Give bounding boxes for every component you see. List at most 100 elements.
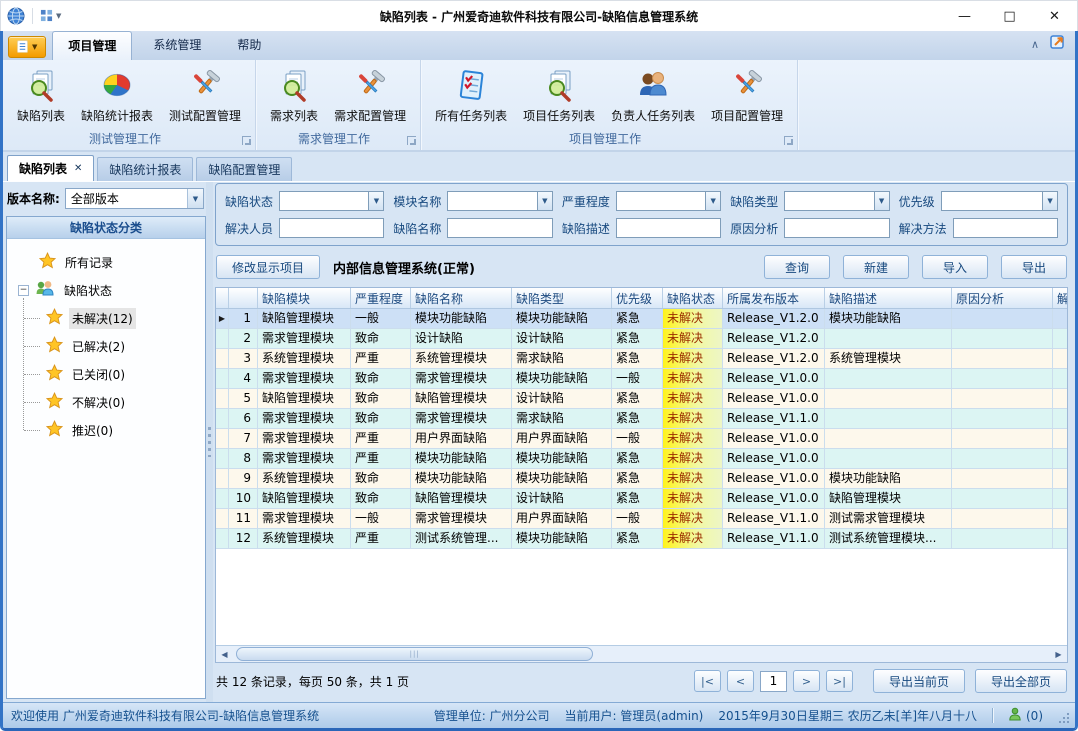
column-header-defect-module[interactable]: 缺陷模块 [258,288,351,308]
pager-prev-button[interactable]: < [727,670,754,692]
online-users-indicator[interactable]: (0) [1008,707,1043,724]
ribbon-button-2-group-0[interactable]: 测试配置管理 [161,64,249,130]
chevron-down-icon[interactable]: ▼ [537,192,552,210]
column-header-solution[interactable]: 解决方法 [1053,288,1067,308]
pager-page-input[interactable] [760,671,787,692]
scrollbar-thumb[interactable]: ||| [236,647,593,661]
scroll-right-icon[interactable]: ▶ [1050,646,1067,662]
filter-severity-select[interactable]: ▼ [616,191,721,211]
export-current-page-button[interactable]: 导出当前页 [873,669,965,693]
ribbon-button-3-group-2[interactable]: 项目配置管理 [703,64,791,130]
close-tab-icon[interactable]: ✕ [74,163,82,174]
ribbon-button-1-group-1[interactable]: 需求配置管理 [326,64,414,130]
column-header-severity[interactable]: 严重程度 [351,288,411,308]
close-button[interactable]: ✕ [1032,1,1077,31]
export-button[interactable]: 导出 [1001,255,1067,279]
filter-defect-type-select[interactable]: ▼ [784,191,889,211]
quick-access-toolbar-button[interactable]: ▼ [40,7,61,26]
table-row[interactable]: 7需求管理模块严重用户界面缺陷用户界面缺陷一般未解决Release_V1.0.0 [216,429,1067,449]
maximize-button[interactable]: □ [987,1,1032,31]
scroll-left-icon[interactable]: ◀ [216,646,233,662]
version-select[interactable]: 全部版本 ▼ [65,188,204,209]
panel-splitter[interactable] [206,182,213,702]
document-tab-2[interactable]: 缺陷配置管理 [196,157,292,181]
tree-item-resolved[interactable]: 已解决(2) [13,332,201,360]
chevron-down-icon[interactable]: ▼ [1042,192,1057,210]
resize-grip-icon[interactable] [1058,712,1070,727]
minimize-button[interactable]: — [942,1,987,31]
dialog-launcher-icon[interactable] [407,136,416,145]
ribbon-button-0-group-1[interactable]: 需求列表 [262,64,326,130]
pager-first-button[interactable]: |< [694,670,721,692]
chevron-down-icon[interactable]: ▼ [705,192,720,210]
ribbon-tab-2[interactable]: 帮助 [222,31,276,60]
tree-expander-icon[interactable]: − [18,285,29,296]
tree-item-all-records[interactable]: 所有记录 [13,248,201,276]
document-tab-label: 缺陷列表 [19,160,67,177]
ribbon-button-0-group-0[interactable]: 缺陷列表 [9,64,73,130]
modify-display-columns-button[interactable]: 修改显示项目 [216,255,320,279]
dialog-launcher-icon[interactable] [784,136,793,145]
row-number-cell: 8 [229,449,258,469]
filter-label: 缺陷状态 [225,193,273,210]
document-tab-1[interactable]: 缺陷统计报表 [97,157,193,181]
tree-item-closed[interactable]: 已关闭(0) [13,360,201,388]
dialog-launcher-icon[interactable] [242,136,251,145]
table-row[interactable]: 12系统管理模块严重测试系统管理...模块功能缺陷紧急未解决Release_V1… [216,529,1067,549]
filter-defect-name-input[interactable] [447,218,552,238]
filter-row-2: 解决人员缺陷名称缺陷描述原因分析解决方法 [225,218,1058,238]
table-row[interactable]: 9系统管理模块致命模块功能缺陷模块功能缺陷紧急未解决Release_V1.0.0… [216,469,1067,489]
star-icon [46,420,63,440]
filter-defect-status-select[interactable]: ▼ [279,191,384,211]
filter-resolver-input[interactable] [279,218,384,238]
table-row[interactable]: 11需求管理模块一般需求管理模块用户界面缺陷一般未解决Release_V1.1.… [216,509,1067,529]
horizontal-scrollbar[interactable]: ◀ ||| ▶ [216,645,1067,662]
table-row[interactable]: 5缺陷管理模块致命缺陷管理模块设计缺陷紧急未解决Release_V1.0.0 [216,389,1067,409]
column-header-defect-name[interactable]: 缺陷名称 [411,288,512,308]
ribbon-button-2-group-2[interactable]: 负责人任务列表 [603,64,703,130]
tree-item-unresolved[interactable]: 未解决(12) [13,304,201,332]
table-row[interactable]: 10缺陷管理模块致命缺陷管理模块设计缺陷紧急未解决Release_V1.0.0缺… [216,489,1067,509]
ribbon-button-0-group-2[interactable]: 所有任务列表 [427,64,515,130]
filter-cause-analysis-input[interactable] [784,218,889,238]
filter-defect-description-input[interactable] [616,218,721,238]
cell-release-version: Release_V1.1.0 [723,529,825,549]
column-header-defect-type[interactable]: 缺陷类型 [512,288,612,308]
column-header-priority[interactable]: 优先级 [612,288,663,308]
ribbon-collapse-icon[interactable]: ∧ [1031,39,1039,50]
table-row[interactable]: 2需求管理模块致命设计缺陷设计缺陷紧急未解决Release_V1.2.0 [216,329,1067,349]
tree-item-postponed[interactable]: 推迟(0) [13,416,201,444]
pager-last-button[interactable]: >| [826,670,853,692]
help-icon[interactable] [1049,33,1067,55]
chevron-down-icon[interactable]: ▼ [368,192,383,210]
import-button[interactable]: 导入 [922,255,988,279]
search-button[interactable]: 查询 [764,255,830,279]
filter-solution-input[interactable] [953,218,1058,238]
table-row[interactable]: 8需求管理模块严重模块功能缺陷模块功能缺陷紧急未解决Release_V1.0.0 [216,449,1067,469]
column-header-cause-analysis[interactable]: 原因分析 [952,288,1053,308]
column-header-defect-description[interactable]: 缺陷描述 [825,288,952,308]
chevron-down-icon[interactable]: ▼ [187,189,203,208]
ribbon-button-1-group-0[interactable]: 缺陷统计报表 [73,64,161,130]
ribbon-tab-1[interactable]: 系统管理 [138,31,216,60]
table-row[interactable]: 4需求管理模块致命需求管理模块模块功能缺陷一般未解决Release_V1.0.0 [216,369,1067,389]
star-icon [46,392,63,412]
ribbon-button-1-group-2[interactable]: 项目任务列表 [515,64,603,130]
column-header-defect-status[interactable]: 缺陷状态 [663,288,723,308]
document-tab-0[interactable]: 缺陷列表 ✕ [7,155,94,181]
filter-module-name-select[interactable]: ▼ [447,191,552,211]
table-row[interactable]: ▶1缺陷管理模块一般模块功能缺陷模块功能缺陷紧急未解决Release_V1.2.… [216,309,1067,329]
tree-item-defect-status[interactable]: −缺陷状态 [13,276,201,304]
table-row[interactable]: 3系统管理模块严重系统管理模块需求缺陷紧急未解决Release_V1.2.0系统… [216,349,1067,369]
chevron-down-icon[interactable]: ▼ [874,192,889,210]
app-menu-button[interactable]: ▼ [8,36,46,58]
filter-priority-select[interactable]: ▼ [941,191,1058,211]
pager-next-button[interactable]: > [793,670,820,692]
cell-priority: 紧急 [612,529,663,549]
tree-item-wont-fix[interactable]: 不解决(0) [13,388,201,416]
ribbon-tab-0[interactable]: 项目管理 [52,31,132,60]
table-row[interactable]: 6需求管理模块致命需求管理模块需求缺陷紧急未解决Release_V1.1.0 [216,409,1067,429]
column-header-release-version[interactable]: 所属发布版本 [723,288,825,308]
export-all-pages-button[interactable]: 导出全部页 [975,669,1067,693]
new-button[interactable]: 新建 [843,255,909,279]
